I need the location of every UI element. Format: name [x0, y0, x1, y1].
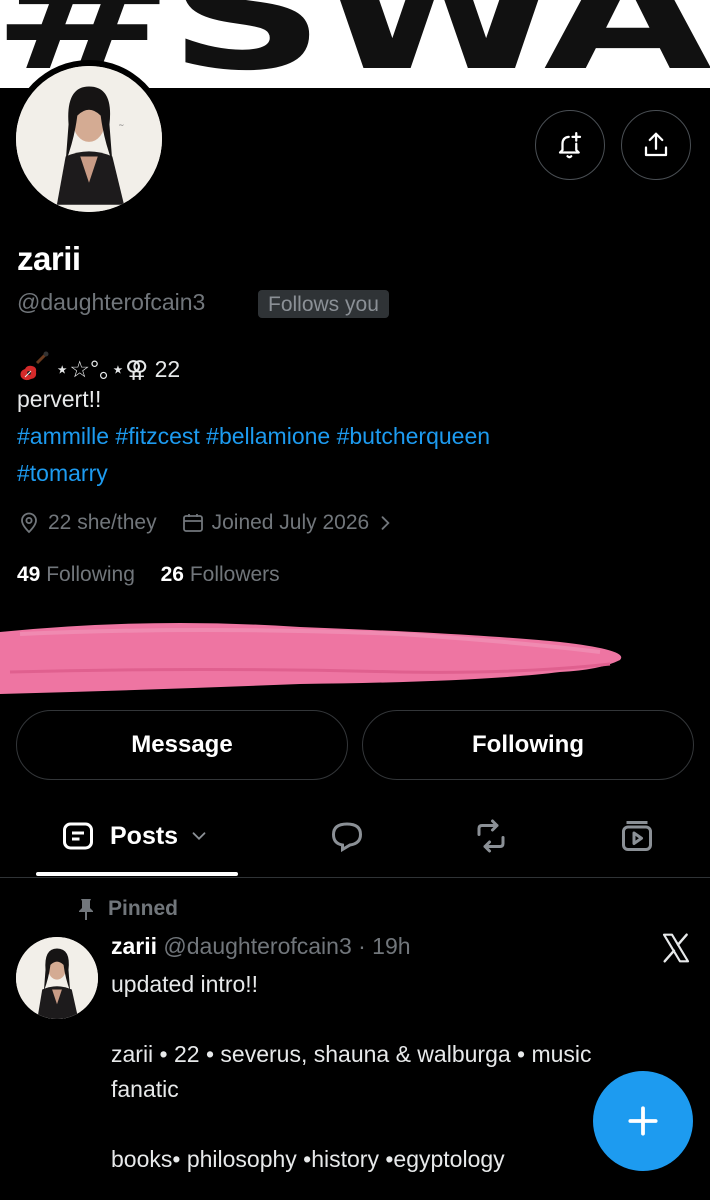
- profile-tabs: Posts: [0, 800, 710, 878]
- tab-replies[interactable]: [326, 812, 368, 860]
- svg-text:~: ~: [118, 120, 124, 129]
- follows-you-badge: Follows you: [258, 290, 389, 318]
- location-text: 22 she/they: [48, 511, 157, 534]
- posts-icon: [63, 822, 93, 850]
- bio-hashtags-2[interactable]: #tomarry: [17, 460, 108, 487]
- profile-avatar[interactable]: ~: [10, 60, 168, 218]
- share-icon: [644, 132, 668, 157]
- bio-line-2: pervert!!: [17, 386, 102, 412]
- chevron-right-icon[interactable]: [375, 513, 395, 533]
- post-handle-time: @daughterofcain3 · 19h: [163, 933, 411, 959]
- guitar-icon: [20, 351, 49, 381]
- following-count-link[interactable]: 49 Following: [17, 563, 135, 586]
- post-avatar[interactable]: [16, 937, 98, 1019]
- post-text-line-1: updated intro!!: [111, 971, 259, 997]
- tab-reposts[interactable]: [470, 812, 512, 860]
- share-button[interactable]: [621, 110, 691, 180]
- active-tab-indicator: [36, 872, 238, 876]
- message-button[interactable]: Message: [16, 710, 348, 780]
- x-logo-icon[interactable]: [660, 932, 692, 964]
- followers-label: Followers: [189, 563, 280, 586]
- bio-line-1: ⋆☆°｡⋆⚢ 22: [17, 350, 180, 384]
- avatar-illustration: ~: [16, 66, 162, 212]
- pinned-text: Pinned: [108, 897, 179, 920]
- joined-date[interactable]: Joined July 2026: [212, 511, 370, 535]
- post-text-line-3: fanatic: [111, 1076, 179, 1102]
- media-icon: [622, 821, 652, 851]
- profile-handle: @daughterofcain3: [17, 289, 206, 315]
- calendar-icon: [182, 514, 203, 532]
- profile-meta: 22 she/they Joined July 2026: [17, 511, 402, 535]
- tab-posts[interactable]: Posts: [60, 812, 210, 860]
- pinned-label: Pinned: [76, 897, 178, 921]
- post-text-line-4: books• philosophy •history •egyptology: [111, 1146, 505, 1172]
- avatar-illustration-small: [16, 937, 98, 1019]
- following-count: 49: [17, 563, 41, 586]
- tab-media[interactable]: [616, 812, 658, 860]
- hashtag-link-tomarry[interactable]: #tomarry: [17, 460, 108, 486]
- location-icon: [21, 512, 37, 534]
- profile-name: zarii: [17, 240, 81, 277]
- followers-count-link[interactable]: 26 Followers: [161, 563, 280, 586]
- bell-plus-icon: [558, 132, 582, 159]
- redaction-scribble: [0, 623, 622, 694]
- post-text-line-2: zarii • 22 • severus, shauna & walburga …: [111, 1041, 592, 1067]
- chevron-down-icon[interactable]: [188, 825, 210, 847]
- repost-icon: [477, 819, 505, 853]
- post-header: zarii @daughterofcain3 · 19h: [111, 933, 411, 960]
- notifications-button[interactable]: [535, 110, 605, 180]
- tab-posts-label: Posts: [110, 821, 179, 850]
- following-button[interactable]: Following: [362, 710, 694, 780]
- following-label: Following: [46, 563, 135, 586]
- reply-icon: [331, 822, 363, 853]
- post-author-name[interactable]: zarii: [111, 933, 157, 959]
- pin-icon: [79, 899, 93, 920]
- plus-icon: [628, 1106, 658, 1136]
- follow-counts: 49 Following 26 Followers: [17, 563, 280, 587]
- hashtag-links[interactable]: #ammille #fitzcest #bellamione #butcherq…: [17, 423, 490, 449]
- bio-hashtags-1[interactable]: #ammille #fitzcest #bellamione #butcherq…: [17, 423, 490, 450]
- bio-text-1: ⋆☆°｡⋆⚢ 22: [55, 356, 181, 382]
- compose-post-button[interactable]: [593, 1071, 693, 1171]
- followers-count: 26: [160, 563, 184, 586]
